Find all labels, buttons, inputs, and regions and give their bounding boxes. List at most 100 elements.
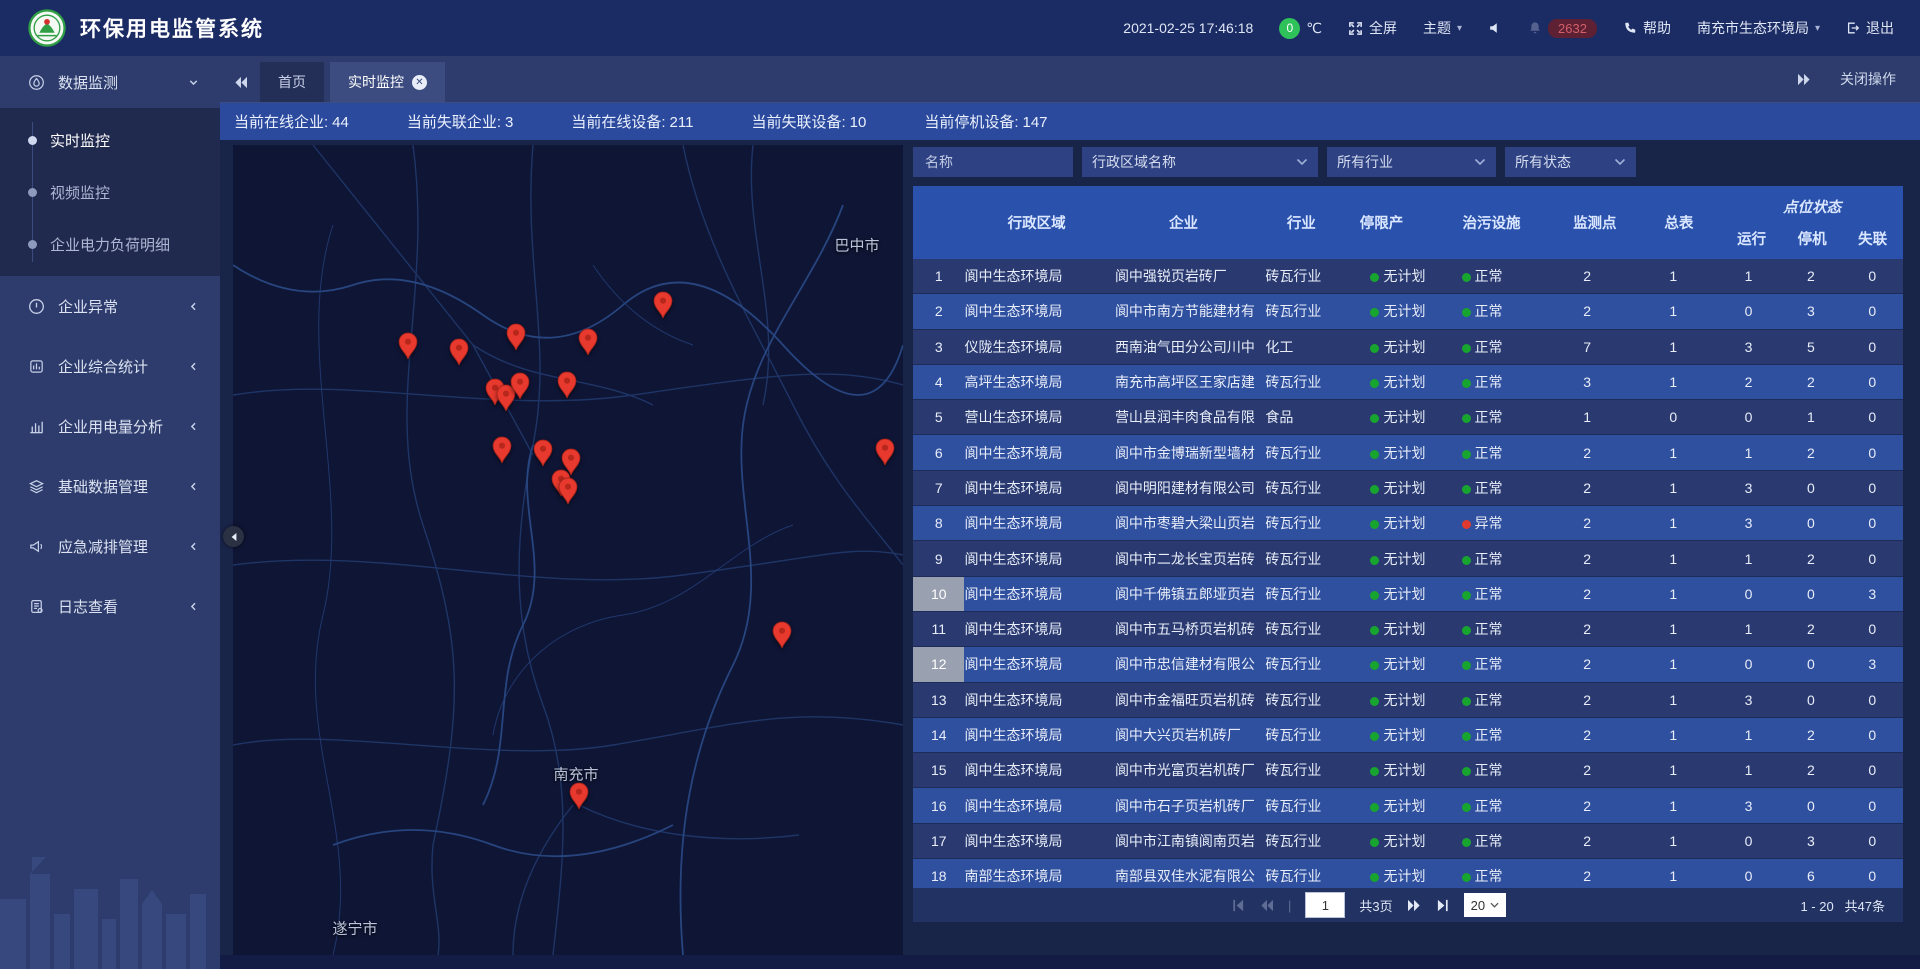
first-page-button[interactable] bbox=[1231, 899, 1245, 912]
tab-home-label: 首页 bbox=[278, 72, 306, 92]
table-row[interactable]: 18南部生态环境局南部县双佳水泥有限公砖瓦行业无计划正常21060 bbox=[913, 859, 1903, 888]
row-production-status: 无计划 bbox=[1356, 443, 1451, 463]
last-page-button[interactable] bbox=[1436, 899, 1450, 912]
row-index: 8 bbox=[913, 506, 964, 540]
tabs-scroll-right-button[interactable] bbox=[1797, 73, 1812, 86]
table-row[interactable]: 16阆中生态环境局阆中市石子页岩机砖厂砖瓦行业无计划正常21300 bbox=[913, 788, 1903, 823]
map-pin-icon[interactable] bbox=[875, 438, 896, 466]
row-company: 阆中市南方节能建材有 bbox=[1115, 301, 1265, 321]
status-dot-icon bbox=[1462, 838, 1471, 847]
page-size-select[interactable]: 20 bbox=[1464, 893, 1506, 917]
map-pin-icon[interactable] bbox=[506, 323, 527, 351]
logout-button[interactable]: 退出 bbox=[1846, 18, 1894, 38]
table-row[interactable]: 9阆中生态环境局阆中市二龙长宝页岩砖砖瓦行业无计划正常21120 bbox=[913, 541, 1903, 576]
theme-dropdown[interactable]: 主题 ▾ bbox=[1423, 18, 1462, 38]
row-points: 2 bbox=[1545, 727, 1630, 743]
map-pin-icon[interactable] bbox=[492, 436, 513, 464]
col-header-points: 监测点 bbox=[1553, 186, 1636, 259]
row-production-status: 无计划 bbox=[1356, 513, 1451, 533]
sidebar-item-power-analysis[interactable]: 企业用电量分析 bbox=[0, 396, 220, 456]
sidebar-subitem-实时监控[interactable]: 实时监控 bbox=[0, 114, 220, 166]
sidebar-subitem-label: 实时监控 bbox=[50, 130, 110, 151]
map-pin-icon[interactable] bbox=[578, 328, 599, 356]
map-pin-icon[interactable] bbox=[569, 782, 590, 810]
chevron-left-icon bbox=[184, 481, 202, 492]
map-pin-icon[interactable] bbox=[398, 332, 419, 360]
table-row[interactable]: 11阆中生态环境局阆中市五马桥页岩机砖砖瓦行业无计划正常21120 bbox=[913, 612, 1903, 647]
sidebar-subitem-企业电力负荷明细[interactable]: 企业电力负荷明细 bbox=[0, 218, 220, 270]
row-points: 2 bbox=[1545, 692, 1630, 708]
industry-filter-select[interactable]: 所有行业 bbox=[1327, 147, 1496, 177]
double-right-icon bbox=[1797, 73, 1812, 86]
range-text: 1 - 20 bbox=[1800, 899, 1833, 914]
table-row[interactable]: 8阆中生态环境局阆中市枣碧大梁山页岩砖瓦行业无计划异常21300 bbox=[913, 506, 1903, 541]
map-collapse-button[interactable] bbox=[223, 526, 244, 547]
row-stopped: 6 bbox=[1780, 868, 1841, 884]
sidebar-item-data-monitor[interactable]: 数据监测 bbox=[0, 56, 220, 108]
table-row[interactable]: 14阆中生态环境局阆中大兴页岩机砖厂砖瓦行业无计划正常21120 bbox=[913, 718, 1903, 753]
row-points: 2 bbox=[1545, 621, 1630, 637]
table-row[interactable]: 17阆中生态环境局阆中市江南镇阆南页岩砖瓦行业无计划正常21030 bbox=[913, 824, 1903, 859]
table-row[interactable]: 4高坪生态环境局南充市高坪区王家店建砖瓦行业无计划正常31220 bbox=[913, 365, 1903, 400]
header-bar: 环保用电监管系统 2021-02-25 17:46:18 0 ℃ 全屏 主题 ▾… bbox=[0, 0, 1920, 56]
sidebar-item-company-abnormal[interactable]: 企业异常 bbox=[0, 276, 220, 336]
chevron-down-icon bbox=[1296, 158, 1308, 166]
region-filter-select[interactable]: 行政区域名称 bbox=[1082, 147, 1318, 177]
row-offline: 0 bbox=[1842, 833, 1903, 849]
map-pin-icon[interactable] bbox=[533, 439, 554, 467]
sidebar-item-emergency-reduction[interactable]: 应急减排管理 bbox=[0, 516, 220, 576]
table-row[interactable]: 3仪陇生态环境局西南油气田分公司川中化工无计划正常71350 bbox=[913, 330, 1903, 365]
map-panel[interactable]: 巴中市南充市遂宁市 bbox=[233, 145, 903, 955]
name-filter-field[interactable] bbox=[913, 147, 1073, 177]
sidebar-subitem-视频监控[interactable]: 视频监控 bbox=[0, 166, 220, 218]
row-region: 阆中生态环境局 bbox=[964, 760, 1114, 780]
table-row[interactable]: 13阆中生态环境局阆中市金福旺页岩机砖砖瓦行业无计划正常21300 bbox=[913, 683, 1903, 718]
table-row[interactable]: 2阆中生态环境局阆中市南方节能建材有砖瓦行业无计划正常21030 bbox=[913, 294, 1903, 329]
row-region: 阆中生态环境局 bbox=[964, 266, 1114, 286]
table-row[interactable]: 1阆中生态环境局阆中强锐页岩砖厂砖瓦行业无计划正常21120 bbox=[913, 259, 1903, 294]
tab-close-icon[interactable]: ✕ bbox=[412, 75, 427, 90]
row-production-status: 无计划 bbox=[1356, 266, 1451, 286]
map-pin-icon[interactable] bbox=[653, 291, 674, 319]
tab-home[interactable]: 首页 bbox=[260, 62, 324, 102]
table-row[interactable]: 7阆中生态环境局阆中明阳建材有限公司砖瓦行业无计划正常21300 bbox=[913, 471, 1903, 506]
status-filter-select[interactable]: 所有状态 bbox=[1505, 147, 1636, 177]
row-facility-status: 正常 bbox=[1452, 478, 1545, 498]
phone-icon bbox=[1623, 21, 1637, 35]
map-pin-icon[interactable] bbox=[772, 621, 793, 649]
table-row[interactable]: 6阆中生态环境局阆中市金博瑞新型墙材砖瓦行业无计划正常21120 bbox=[913, 435, 1903, 470]
close-operations-menu[interactable]: 关闭操作 bbox=[1840, 69, 1896, 89]
row-region: 阆中生态环境局 bbox=[964, 301, 1114, 321]
map-pin-icon[interactable] bbox=[558, 477, 579, 505]
table-row[interactable]: 15阆中生态环境局阆中市光富页岩机砖厂砖瓦行业无计划正常21120 bbox=[913, 753, 1903, 788]
stat-item: 当前停机设备:147 bbox=[924, 111, 1047, 132]
mute-button[interactable] bbox=[1488, 21, 1502, 35]
fullscreen-button[interactable]: 全屏 bbox=[1348, 18, 1397, 38]
logout-label: 退出 bbox=[1866, 18, 1894, 38]
sidebar-item-base-data[interactable]: 基础数据管理 bbox=[0, 456, 220, 516]
table-row[interactable]: 5营山生态环境局营山县润丰肉食品有限食品无计划正常10010 bbox=[913, 400, 1903, 435]
page-number-input[interactable] bbox=[1305, 892, 1345, 918]
tabs-scroll-left-button[interactable] bbox=[220, 62, 260, 102]
page-size-value: 20 bbox=[1471, 898, 1485, 913]
map-pin-icon[interactable] bbox=[557, 371, 578, 399]
prev-page-button[interactable] bbox=[1259, 899, 1274, 912]
sidebar-item-company-stats[interactable]: 企业综合统计 bbox=[0, 336, 220, 396]
map-pin-icon[interactable] bbox=[449, 338, 470, 366]
sidebar-item-label: 应急减排管理 bbox=[58, 536, 148, 557]
table-row[interactable]: 12阆中生态环境局阆中市忠信建材有限公砖瓦行业无计划正常21003 bbox=[913, 647, 1903, 682]
help-button[interactable]: 帮助 bbox=[1623, 18, 1671, 38]
table-row[interactable]: 10阆中生态环境局阆中千佛镇五郎垭页岩砖瓦行业无计划正常21003 bbox=[913, 577, 1903, 612]
map-pin-icon[interactable] bbox=[510, 372, 531, 400]
sidebar-item-log-view[interactable]: 日志查看 bbox=[0, 576, 220, 636]
name-filter-input[interactable] bbox=[923, 153, 1063, 171]
stat-item: 当前失联企业:3 bbox=[407, 111, 514, 132]
row-meters: 1 bbox=[1630, 656, 1717, 672]
row-stopped: 3 bbox=[1780, 833, 1841, 849]
next-page-button[interactable] bbox=[1407, 899, 1422, 912]
organization-dropdown[interactable]: 南充市生态环境局 ▾ bbox=[1697, 18, 1820, 38]
row-index: 2 bbox=[913, 294, 964, 328]
notification-indicator[interactable]: 2632 bbox=[1528, 19, 1597, 38]
tab-realtime-monitor[interactable]: 实时监控 ✕ bbox=[330, 62, 445, 102]
col-header-running: 运行 bbox=[1721, 228, 1782, 249]
